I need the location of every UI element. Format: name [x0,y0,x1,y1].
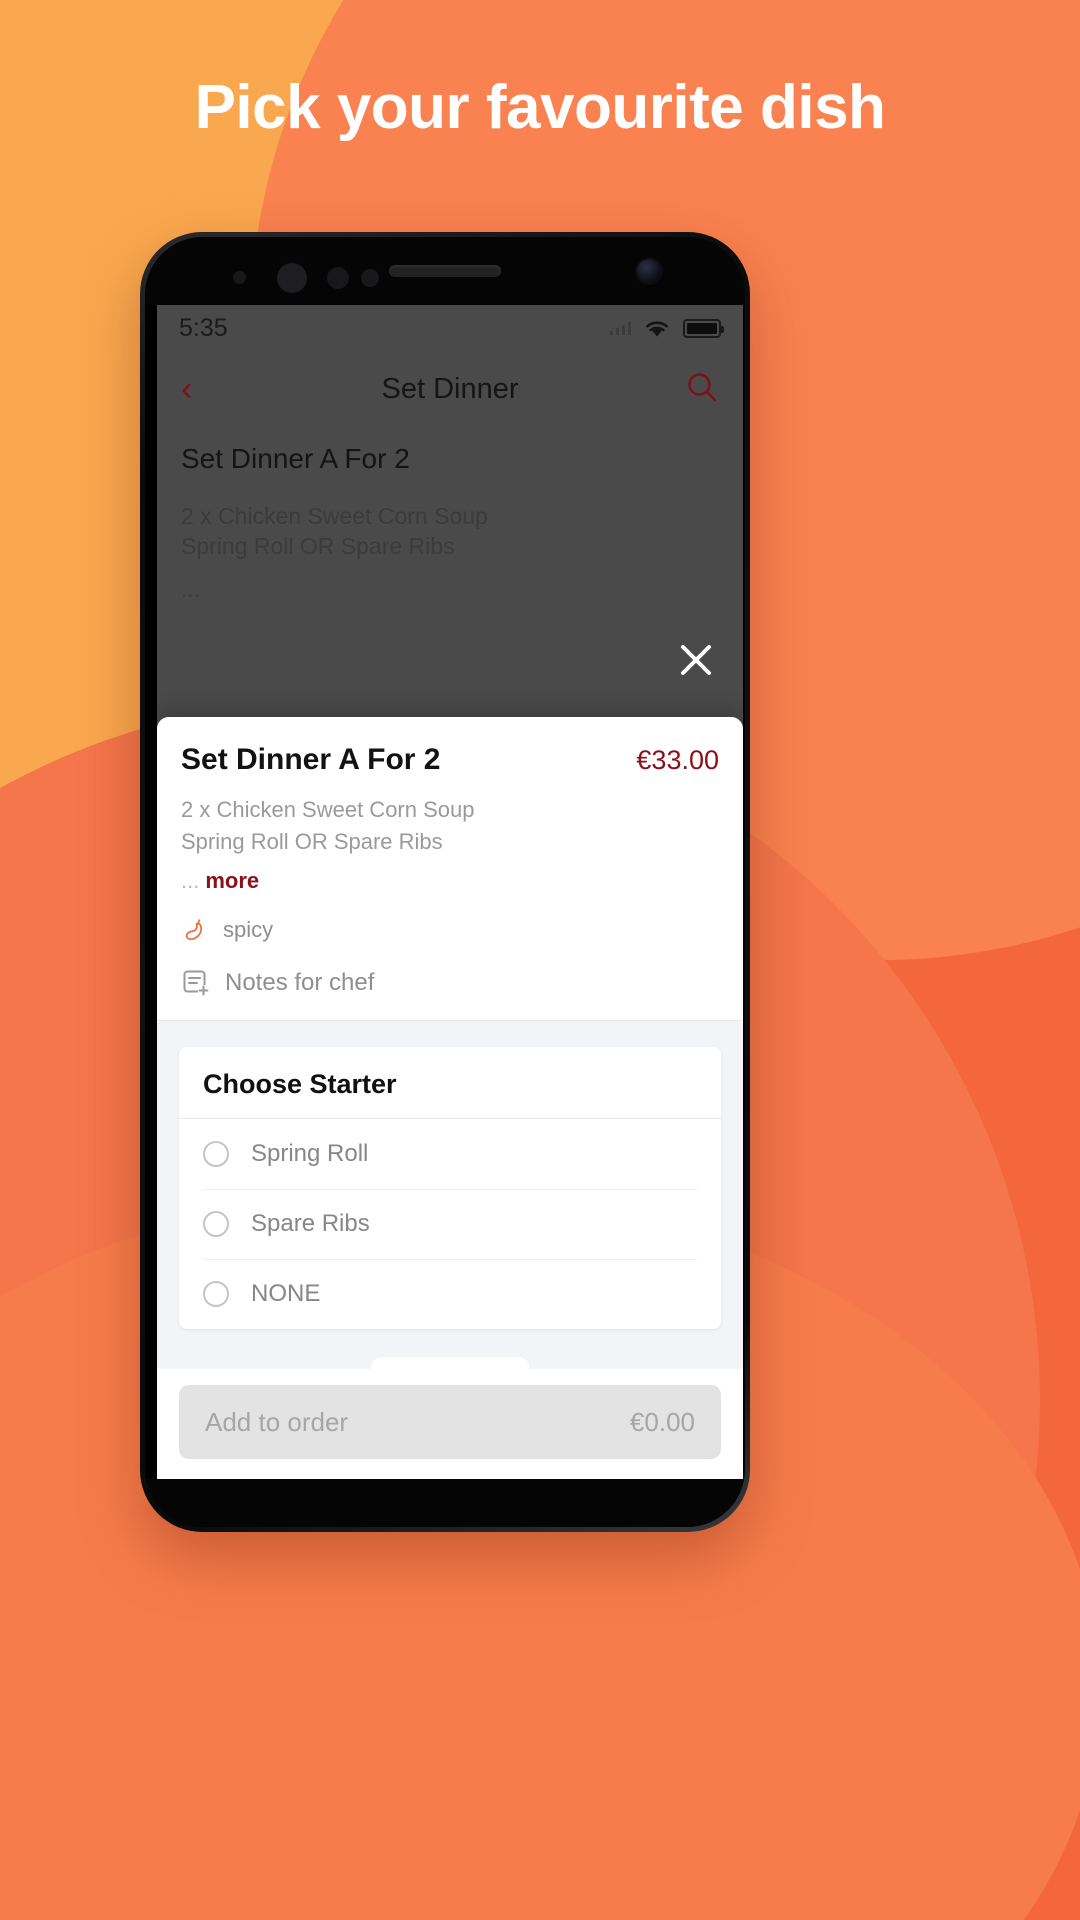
option-label: Spare Ribs [251,1209,370,1237]
modal-title-row: Set Dinner A For 2 €33.00 [181,743,719,777]
modal-more-link[interactable]: more [205,868,259,893]
signal-bars-icon [610,321,631,335]
search-icon[interactable] [685,370,719,409]
promo-headline: Pick your favourite dish [194,73,886,142]
background-item-ellipsis: ... [181,575,201,602]
notes-for-chef-row[interactable]: Notes for chef [181,968,719,998]
phone-inner: 5:35 ‹ Set Dinner Set Dinner A For 2 2 x… [145,237,745,1527]
radio-icon[interactable] [203,1140,229,1167]
add-to-order-price: €0.00 [629,1406,695,1437]
sensor-dot-2 [277,263,307,293]
quantity-stepper: − 1 + [179,1329,721,1369]
modal-footer: Add to order €0.00 [157,1369,743,1479]
modal-header-section: Set Dinner A For 2 €33.00 2 x Chicken Sw… [157,717,743,1021]
modal-desc-line-1: 2 x Chicken Sweet Corn Soup [181,797,475,822]
background-item-desc-1: 2 x Chicken Sweet Corn Soup [181,503,488,529]
earpiece-speaker [389,265,501,277]
option-row-spare-ribs[interactable]: Spare Ribs [179,1188,721,1259]
modal-item-title: Set Dinner A For 2 [181,743,441,776]
background-menu-item: Set Dinner A For 2 2 x Chicken Sweet Cor… [157,427,743,603]
close-icon[interactable] [673,637,719,683]
spicy-label: spicy [223,916,274,942]
radio-icon[interactable] [203,1280,229,1307]
phone-frame: 5:35 ‹ Set Dinner Set Dinner A For 2 2 x… [140,232,750,1532]
status-time: 5:35 [179,313,228,342]
phone-top-bezel [145,237,745,305]
add-to-order-button[interactable]: Add to order €0.00 [179,1385,721,1459]
status-bar: 5:35 [157,305,743,351]
option-group-title: Choose Starter [179,1047,721,1119]
option-label: Spring Roll [251,1139,369,1167]
notes-for-chef-label: Notes for chef [225,968,375,996]
phone-screen: 5:35 ‹ Set Dinner Set Dinner A For 2 2 x… [157,305,743,1479]
background-item-desc-2: Spring Roll OR Spare Ribs [181,533,455,560]
radio-icon[interactable] [203,1210,229,1237]
modal-options-body: Choose Starter Spring Roll Spare Ribs NO… [157,1021,743,1369]
spicy-row: spicy [181,916,719,944]
sensor-dot-3 [327,267,349,289]
option-row-spring-roll[interactable]: Spring Roll [179,1119,721,1189]
chili-pepper-icon [185,919,203,940]
sensor-dot-1 [233,271,246,284]
sensor-dot-4 [361,269,379,287]
modal-item-price: €33.00 [636,745,719,775]
option-group-choose-starter: Choose Starter Spring Roll Spare Ribs NO… [179,1046,721,1329]
modal-more-row[interactable]: ... more [181,868,719,894]
status-icons [610,318,724,338]
option-row-none[interactable]: NONE [179,1258,721,1329]
app-header-title: Set Dinner [381,372,519,405]
battery-full-icon [683,318,724,338]
back-chevron-icon[interactable]: ‹ [181,372,192,406]
add-to-order-label: Add to order [205,1406,349,1437]
modal-more-ellipsis: ... [181,867,200,893]
app-header: ‹ Set Dinner [157,351,743,427]
note-add-icon [183,970,209,996]
item-detail-modal: Set Dinner A For 2 €33.00 2 x Chicken Sw… [157,717,743,1479]
front-camera-icon [637,259,661,283]
wifi-icon [646,320,668,336]
background-item-title: Set Dinner A For 2 [181,443,410,474]
quantity-value[interactable]: 1 [370,1356,530,1369]
option-label: NONE [251,1279,321,1307]
phone-bottom-bezel [145,1479,745,1527]
modal-desc-line-2: Spring Roll OR Spare Ribs [181,829,443,855]
promo-background: Pick your favourite dish 5:35 ‹ Set Dinn… [0,0,1080,1920]
